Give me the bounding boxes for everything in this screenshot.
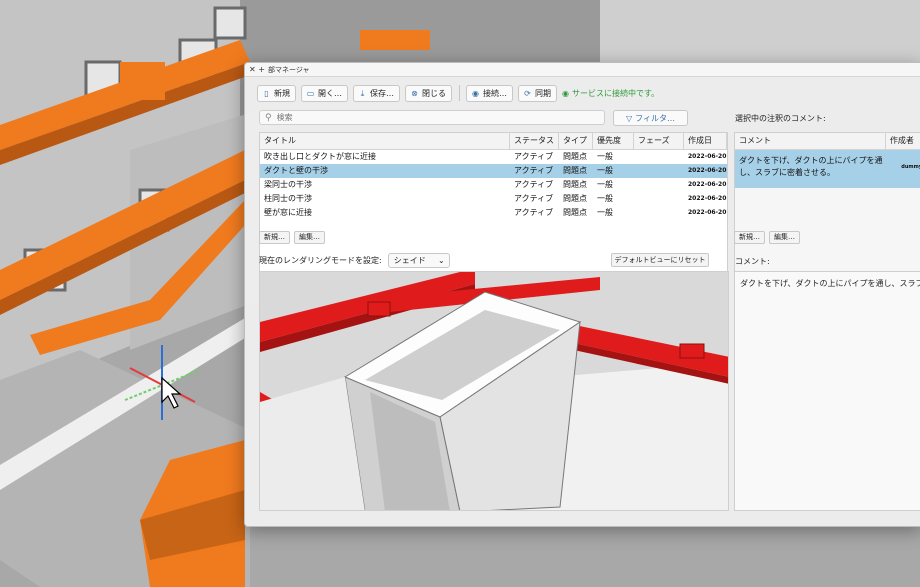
render-mode-row: 現在のレンダリングモードを設定: シェイド ⌄ bbox=[259, 253, 450, 268]
issues-table-header: タイトル ステータス タイプ 優先度 フェーズ 作成日 bbox=[260, 133, 727, 150]
save-button-label: 保存… bbox=[370, 88, 394, 98]
column-header[interactable]: タイプ bbox=[559, 133, 593, 149]
cell-date: 2022-06-20 bbox=[688, 209, 727, 216]
cell-priority: 一般 bbox=[597, 152, 613, 161]
cell-type: 問題点 bbox=[563, 166, 587, 175]
cell-title: 壁が窓に近接 bbox=[264, 208, 312, 217]
comment-cell-text: ダクトを下げ、ダクトの上にパイプを通し、スラブに密着させる。 bbox=[739, 156, 883, 177]
edit-issue-button[interactable]: 編集… bbox=[294, 231, 325, 244]
search-icon: ⚲ bbox=[265, 112, 272, 123]
cell-phase bbox=[634, 164, 684, 178]
cell-phase bbox=[634, 150, 684, 164]
cell-date: 2022-06-20 bbox=[688, 167, 727, 174]
cell-priority: 一般 bbox=[597, 180, 613, 189]
window-titlebar[interactable]: ✕ + 部マネージャ bbox=[245, 63, 920, 77]
cell-type: 問題点 bbox=[563, 152, 587, 161]
connect-button-label: 接続… bbox=[483, 88, 507, 98]
table-row[interactable]: 吹き出し口とダクトが窓に近接 アクティブ 問題点 一般 2022-06-20 bbox=[260, 150, 727, 164]
cell-date: 2022-06-20 bbox=[688, 153, 727, 160]
document-icon: ▯ bbox=[264, 88, 269, 98]
new-button[interactable]: ▯ 新規 bbox=[257, 84, 296, 102]
save-icon: ⤓ bbox=[360, 88, 365, 98]
chevron-down-icon: ⌄ bbox=[438, 256, 445, 265]
table-row[interactable]: 柱同士の干渉 アクティブ 問題点 一般 2022-06-20 bbox=[260, 192, 727, 206]
issues-actions: 新規… 編集… bbox=[259, 231, 329, 244]
cell-title: 梁同士の干渉 bbox=[264, 180, 312, 189]
column-header[interactable]: タイトル bbox=[260, 133, 510, 149]
toolbar: ▯ 新規 ▭ 開く… ⤓ 保存… ⊗ 閉じる ◉ 接続… ⟳ 同期 ◉ サービスに接続中です。 bbox=[257, 84, 659, 102]
cell-title: ダクトと壁の干渉 bbox=[264, 166, 328, 175]
filter-button[interactable]: ▽ フィルタ… bbox=[613, 110, 688, 126]
cell-status: アクティブ bbox=[514, 180, 554, 189]
search-input[interactable] bbox=[276, 113, 577, 122]
table-row[interactable]: 壁が窓に近接 アクティブ 問題点 一般 2022-06-20 bbox=[260, 206, 727, 220]
cell-type: 問題点 bbox=[563, 208, 587, 217]
cell-title: 柱同士の干渉 bbox=[264, 194, 312, 203]
comment-detail-box[interactable]: ダクトを下げ、ダクトの上にパイプを通し、スラブに bbox=[734, 271, 920, 511]
new-issue-button[interactable]: 新規… bbox=[259, 231, 290, 244]
comments-table-header: コメント 作成者 bbox=[735, 133, 920, 150]
cell-status: アクティブ bbox=[514, 166, 554, 175]
cell-status: アクティブ bbox=[514, 152, 554, 161]
cell-title: 吹き出し口とダクトが窓に近接 bbox=[264, 152, 376, 161]
reset-view-button[interactable]: デフォルトビューにリセット bbox=[611, 253, 709, 267]
open-button[interactable]: ▭ 開く… bbox=[301, 84, 348, 102]
sync-icon: ⟳ bbox=[524, 88, 531, 98]
cell-status: アクティブ bbox=[514, 208, 554, 217]
cell-priority: 一般 bbox=[597, 208, 613, 217]
broadcast-icon: ◉ bbox=[562, 88, 569, 98]
broadcast-icon: ◉ bbox=[472, 88, 479, 98]
new-comment-button[interactable]: 新規… bbox=[734, 231, 765, 244]
close-button[interactable]: ⊗ 閉じる bbox=[405, 84, 452, 102]
cell-priority: 一般 bbox=[597, 194, 613, 203]
close-button-label: 閉じる bbox=[422, 88, 446, 98]
edit-comment-button[interactable]: 編集… bbox=[769, 231, 800, 244]
column-header[interactable]: ステータス bbox=[510, 133, 559, 149]
close-plus-icon[interactable]: ✕ + bbox=[249, 65, 265, 74]
issue-model-scene bbox=[260, 272, 728, 510]
toolbar-divider bbox=[459, 85, 460, 101]
table-row-selected[interactable]: ダクトと壁の干渉 アクティブ 問題点 一般 2022-06-20 bbox=[260, 164, 727, 178]
render-mode-value: シェイド bbox=[393, 256, 426, 265]
column-header[interactable]: 作成者 bbox=[886, 133, 920, 149]
connection-status: ◉ サービスに接続中です。 bbox=[562, 88, 659, 99]
comment-row-selected[interactable]: ダクトを下げ、ダクトの上にパイプを通し、スラブに密着させる。 dummyUser bbox=[735, 150, 920, 188]
issue-manager-window[interactable]: ✕ + 部マネージャ ▯ 新規 ▭ 開く… ⤓ 保存… ⊗ 閉じる ◉ 接続… ⟳ 同期 ◉… bbox=[244, 62, 920, 527]
comment-cell-author: dummyUser bbox=[901, 164, 920, 170]
column-header[interactable]: コメント bbox=[735, 133, 886, 149]
cell-type: 問題点 bbox=[563, 180, 587, 189]
issue-3d-viewport[interactable] bbox=[259, 271, 729, 511]
comments-heading: 選択中の注釈のコメント: bbox=[735, 114, 826, 123]
column-header[interactable]: 優先度 bbox=[593, 133, 634, 149]
cell-phase bbox=[634, 206, 684, 220]
cell-status: アクティブ bbox=[514, 194, 554, 203]
save-button[interactable]: ⤓ 保存… bbox=[353, 84, 400, 102]
connect-button[interactable]: ◉ 接続… bbox=[466, 84, 513, 102]
cell-date: 2022-06-20 bbox=[688, 195, 727, 202]
window-title: 部マネージャ bbox=[267, 65, 310, 74]
table-row[interactable]: 梁同士の干渉 アクティブ 問題点 一般 2022-06-20 bbox=[260, 178, 727, 192]
new-button-label: 新規 bbox=[274, 88, 290, 98]
open-button-label: 開く… bbox=[318, 88, 342, 98]
search-box[interactable]: ⚲ bbox=[259, 110, 605, 125]
render-mode-select[interactable]: シェイド ⌄ bbox=[387, 253, 450, 268]
funnel-icon: ▽ bbox=[626, 113, 633, 123]
close-circle-icon: ⊗ bbox=[411, 88, 418, 98]
cell-type: 問題点 bbox=[563, 194, 587, 203]
cell-phase bbox=[634, 192, 684, 206]
column-header[interactable]: フェーズ bbox=[634, 133, 684, 149]
render-mode-label: 現在のレンダリングモードを設定: bbox=[259, 256, 382, 265]
cell-date: 2022-06-20 bbox=[688, 181, 727, 188]
sync-button[interactable]: ⟳ 同期 bbox=[518, 84, 557, 102]
comments-actions: 新規… 編集… bbox=[734, 231, 804, 244]
filter-button-label: フィルタ… bbox=[635, 113, 675, 123]
cell-phase bbox=[634, 178, 684, 192]
cell-priority: 一般 bbox=[597, 166, 613, 175]
folder-icon: ▭ bbox=[306, 88, 315, 98]
column-header[interactable]: 作成日 bbox=[684, 133, 727, 149]
connection-status-text: サービスに接続中です。 bbox=[571, 88, 660, 98]
sync-button-label: 同期 bbox=[535, 88, 551, 98]
comment-detail-label: コメント: bbox=[735, 257, 770, 266]
